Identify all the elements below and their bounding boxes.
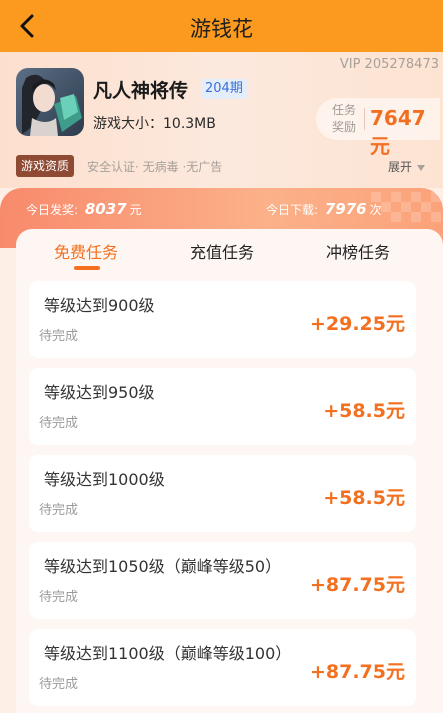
reward-value: 7647元	[370, 106, 426, 158]
task-tabs: 免费任务 充值任务 冲榜任务	[16, 229, 443, 277]
task-reward: +58.5元	[323, 487, 405, 509]
expand-label: 展开	[387, 160, 412, 174]
task-panel: 免费任务 充值任务 冲榜任务 等级达到900级 待完成 +29.25元 等级达到…	[16, 229, 443, 713]
task-item[interactable]: 等级达到1000级 待完成 +58.5元	[29, 455, 416, 532]
vip-id: VIP 205278473	[339, 57, 439, 72]
page-title: 游钱花	[190, 17, 253, 41]
task-reward: +29.25元	[309, 313, 405, 335]
issue-badge: 204期	[201, 79, 247, 99]
caret-down-icon	[417, 164, 425, 171]
today-reward-unit: 元	[129, 203, 142, 217]
tab-recharge-tasks[interactable]: 充值任务	[190, 239, 254, 263]
today-reward-label: 今日发奖:	[26, 203, 79, 217]
game-icon[interactable]	[16, 68, 84, 136]
tab-free-tasks[interactable]: 免费任务	[54, 239, 118, 263]
today-download: 今日下载: 7976 次	[266, 200, 382, 218]
task-item[interactable]: 等级达到1100级（巅峰等级100） 待完成 +87.75元	[29, 629, 416, 706]
task-name: 等级达到1050级（巅峰等级50）	[44, 557, 282, 576]
game-header: VIP 205278473 凡人神将传 204期 游戏大小：10.3MB 任务奖…	[0, 52, 443, 188]
task-reward: +58.5元	[323, 400, 405, 422]
task-name: 等级达到1100级（巅峰等级100）	[44, 644, 292, 663]
qualification-tag: 游戏资质	[16, 155, 75, 177]
task-reward: +87.75元	[309, 574, 405, 596]
task-status: 待完成	[39, 590, 79, 605]
task-item[interactable]: 等级达到950级 待完成 +58.5元	[29, 368, 416, 445]
task-item[interactable]: 等级达到900级 待完成 +29.25元	[29, 281, 416, 358]
task-status: 待完成	[39, 416, 79, 431]
expand-button[interactable]: 展开	[388, 158, 425, 175]
qualification-text: 安全认证· 无病毒 ·无广告	[87, 160, 223, 174]
task-status: 待完成	[39, 677, 79, 692]
task-reward: +87.75元	[309, 661, 405, 683]
today-reward-value: 8037	[84, 200, 127, 218]
task-reward-box: 任务奖励 7647元	[316, 98, 440, 158]
task-name: 等级达到900级	[44, 296, 155, 315]
today-download-label: 今日下载:	[266, 203, 319, 217]
top-bar: 游钱花	[0, 0, 443, 52]
task-name: 等级达到950级	[44, 383, 155, 402]
game-size: 游戏大小：10.3MB	[93, 116, 216, 132]
task-status: 待完成	[39, 329, 79, 344]
game-name: 凡人神将传	[93, 80, 189, 102]
reward-label: 任务奖励	[331, 103, 356, 134]
today-download-value: 7976	[324, 200, 367, 218]
task-item[interactable]: 等级达到1050级（巅峰等级50） 待完成 +87.75元	[29, 542, 416, 619]
reward-divider	[364, 108, 365, 130]
task-name: 等级达到1000级	[44, 470, 165, 489]
tab-ranking-tasks[interactable]: 冲榜任务	[326, 239, 390, 263]
today-reward: 今日发奖: 8037 元	[26, 200, 142, 218]
today-download-unit: 次	[369, 203, 382, 217]
active-tab-indicator	[74, 266, 100, 270]
task-status: 待完成	[39, 503, 79, 518]
